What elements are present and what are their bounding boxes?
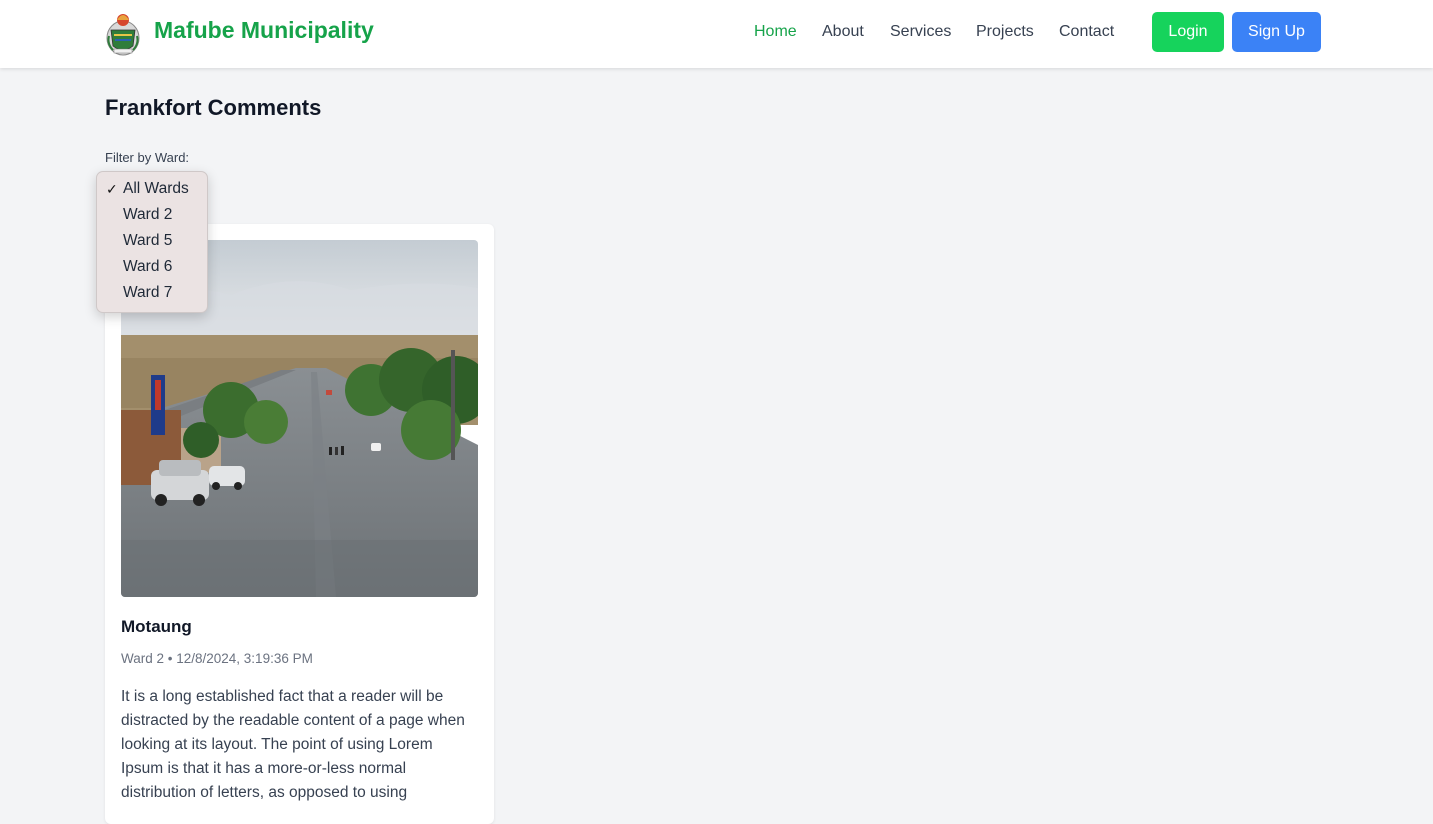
brand-name[interactable]: Mafube Municipality [154,17,374,44]
option-label: Ward 6 [123,258,173,275]
comment-card: Motaung Ward 2 • 12/8/2024, 3:19:36 PM I… [105,224,494,824]
nav-link-home[interactable]: Home [754,23,797,41]
ward-option-2[interactable]: Ward 2 [97,203,207,229]
comment-body: It is a long established fact that a rea… [121,688,465,801]
page-title: Frankfort Comments [105,95,322,120]
option-label: Ward 7 [123,284,173,301]
nav-link-contact[interactable]: Contact [1059,23,1114,41]
nav-link-projects[interactable]: Projects [976,23,1034,41]
ward-filter-dropdown[interactable]: ✓ All Wards Ward 2 Ward 5 Ward 6 Ward 7 [96,171,208,313]
top-navbar: Mafube Municipality Home About Services … [0,0,1433,68]
nav-link-about[interactable]: About [822,23,864,41]
option-label: All Wards [123,180,189,197]
ward-option-7[interactable]: Ward 7 [97,281,207,307]
comment-author: Motaung [121,617,192,636]
municipal-crest-logo[interactable] [105,8,141,56]
option-label: Ward 2 [123,206,173,223]
comment-meta: Ward 2 • 12/8/2024, 3:19:36 PM [121,651,313,666]
nav-link-services[interactable]: Services [890,23,951,41]
ward-filter-label: Filter by Ward: [105,150,190,165]
check-icon: ✓ [106,181,118,197]
option-label: Ward 5 [123,232,173,249]
ward-option-5[interactable]: Ward 5 [97,229,207,255]
ward-option-all[interactable]: ✓ All Wards [97,177,207,203]
signup-button[interactable]: Sign Up [1232,12,1321,52]
login-button[interactable]: Login [1152,12,1224,52]
ward-option-6[interactable]: Ward 6 [97,255,207,281]
